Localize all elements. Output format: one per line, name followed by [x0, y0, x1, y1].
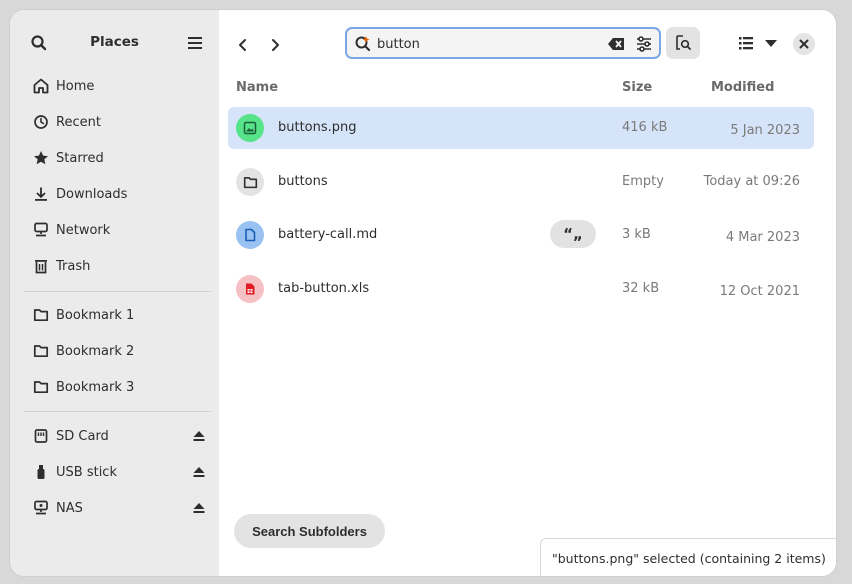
nas-icon [30, 497, 52, 519]
list-view-icon[interactable] [735, 32, 757, 54]
search-field[interactable] [345, 27, 661, 59]
sidebar-item-downloads[interactable]: Downloads [24, 178, 211, 210]
hamburger-menu-icon[interactable] [184, 32, 206, 54]
search-subfolders-button[interactable]: Search Subfolders [234, 514, 385, 548]
file-row[interactable]: battery-call.md “„ 3 kB 4 Mar 2023 [228, 214, 814, 256]
sidebar-item-label: Bookmark 3 [56, 379, 135, 395]
file-name: buttons.png [278, 120, 357, 135]
sidebar-item-label: Bookmark 1 [56, 307, 135, 323]
star-icon [30, 147, 52, 169]
sidebar-divider [24, 291, 211, 292]
image-file-icon [236, 114, 264, 142]
document-file-icon [236, 221, 264, 249]
status-bar: "buttons.png" selected (containing 2 ite… [540, 538, 836, 576]
sidebar-item-starred[interactable]: Starred [24, 142, 211, 174]
spreadsheet-file-icon [236, 275, 264, 303]
filter-settings-icon[interactable] [634, 34, 654, 54]
column-header-size[interactable]: Size [622, 80, 652, 95]
file-row[interactable]: buttons Empty Today at 09:26 [228, 161, 814, 203]
sidebar-item-usb-stick[interactable]: USB stick [24, 456, 211, 488]
forward-button[interactable] [262, 32, 288, 58]
search-file-contents-button[interactable] [666, 27, 700, 59]
search-input[interactable] [377, 33, 577, 55]
chevron-right-icon [272, 39, 279, 51]
sidebar-item-label: Trash [56, 258, 91, 274]
home-icon [30, 75, 52, 97]
close-button[interactable] [793, 33, 815, 55]
file-name: buttons [278, 174, 328, 189]
network-icon [30, 219, 52, 241]
folder-icon [30, 304, 52, 326]
column-header-name[interactable]: Name [236, 80, 278, 95]
sidebar-item-nas[interactable]: NAS [24, 492, 211, 524]
sidebar-item-bookmark-1[interactable]: Bookmark 1 [24, 299, 211, 331]
file-modified: 12 Oct 2021 [719, 284, 800, 299]
file-name: battery-call.md [278, 227, 378, 242]
eject-icon[interactable] [189, 497, 209, 519]
file-name: tab-button.xls [278, 281, 370, 296]
file-manager-window: Places Home Recent Starred Downloads Net… [10, 10, 836, 576]
usb-icon [30, 461, 52, 483]
folder-icon [30, 376, 52, 398]
sidebar-item-bookmark-3[interactable]: Bookmark 3 [24, 371, 211, 403]
file-row[interactable]: buttons.png 416 kB 5 Jan 2023 [228, 107, 814, 149]
search-recent-icon [353, 34, 373, 54]
file-size: Empty [622, 174, 664, 189]
chevron-down-icon[interactable] [762, 32, 780, 54]
file-modified: Today at 09:26 [703, 174, 800, 189]
file-size: 3 kB [622, 227, 651, 242]
sidebar-item-label: SD Card [56, 428, 109, 444]
clear-text-icon[interactable] [607, 35, 627, 53]
sidebar-item-trash[interactable]: Trash [24, 250, 211, 282]
close-icon [799, 39, 809, 49]
sidebar-item-label: Network [56, 222, 111, 238]
sidebar-item-label: USB stick [56, 464, 117, 480]
sidebar-item-label: Bookmark 2 [56, 343, 135, 359]
sidebar-item-recent[interactable]: Recent [24, 106, 211, 138]
eject-icon[interactable] [189, 425, 209, 447]
column-header-modified[interactable]: Modified [711, 80, 774, 95]
sidebar: Places Home Recent Starred Downloads Net… [10, 10, 219, 576]
sidebar-item-bookmark-2[interactable]: Bookmark 2 [24, 335, 211, 367]
folder-icon [30, 340, 52, 362]
file-modified: 4 Mar 2023 [725, 230, 800, 245]
clock-icon [30, 111, 52, 133]
file-modified: 5 Jan 2023 [730, 123, 800, 138]
content-match-badge[interactable]: “„ [550, 220, 596, 248]
file-size: 416 kB [622, 120, 668, 135]
folder-icon [236, 168, 264, 196]
document-search-icon [676, 35, 691, 50]
sidebar-item-home[interactable]: Home [24, 70, 211, 102]
download-icon [30, 183, 52, 205]
sidebar-item-network[interactable]: Network [24, 214, 211, 246]
file-size: 32 kB [622, 281, 660, 296]
sidebar-item-sd-card[interactable]: SD Card [24, 420, 211, 452]
sidebar-item-label: Downloads [56, 186, 128, 202]
sidebar-item-label: Home [56, 78, 95, 94]
sidebar-item-label: Starred [56, 150, 104, 166]
back-button[interactable] [230, 32, 256, 58]
sidebar-divider [24, 411, 211, 412]
sidebar-item-label: NAS [56, 500, 83, 516]
trash-icon [30, 255, 52, 277]
chevron-left-icon [239, 39, 246, 51]
sd-card-icon [30, 425, 52, 447]
eject-icon[interactable] [189, 461, 209, 483]
sidebar-header: Places [10, 10, 219, 74]
sidebar-item-label: Recent [56, 114, 101, 130]
file-row[interactable]: tab-button.xls 32 kB 12 Oct 2021 [228, 268, 814, 310]
